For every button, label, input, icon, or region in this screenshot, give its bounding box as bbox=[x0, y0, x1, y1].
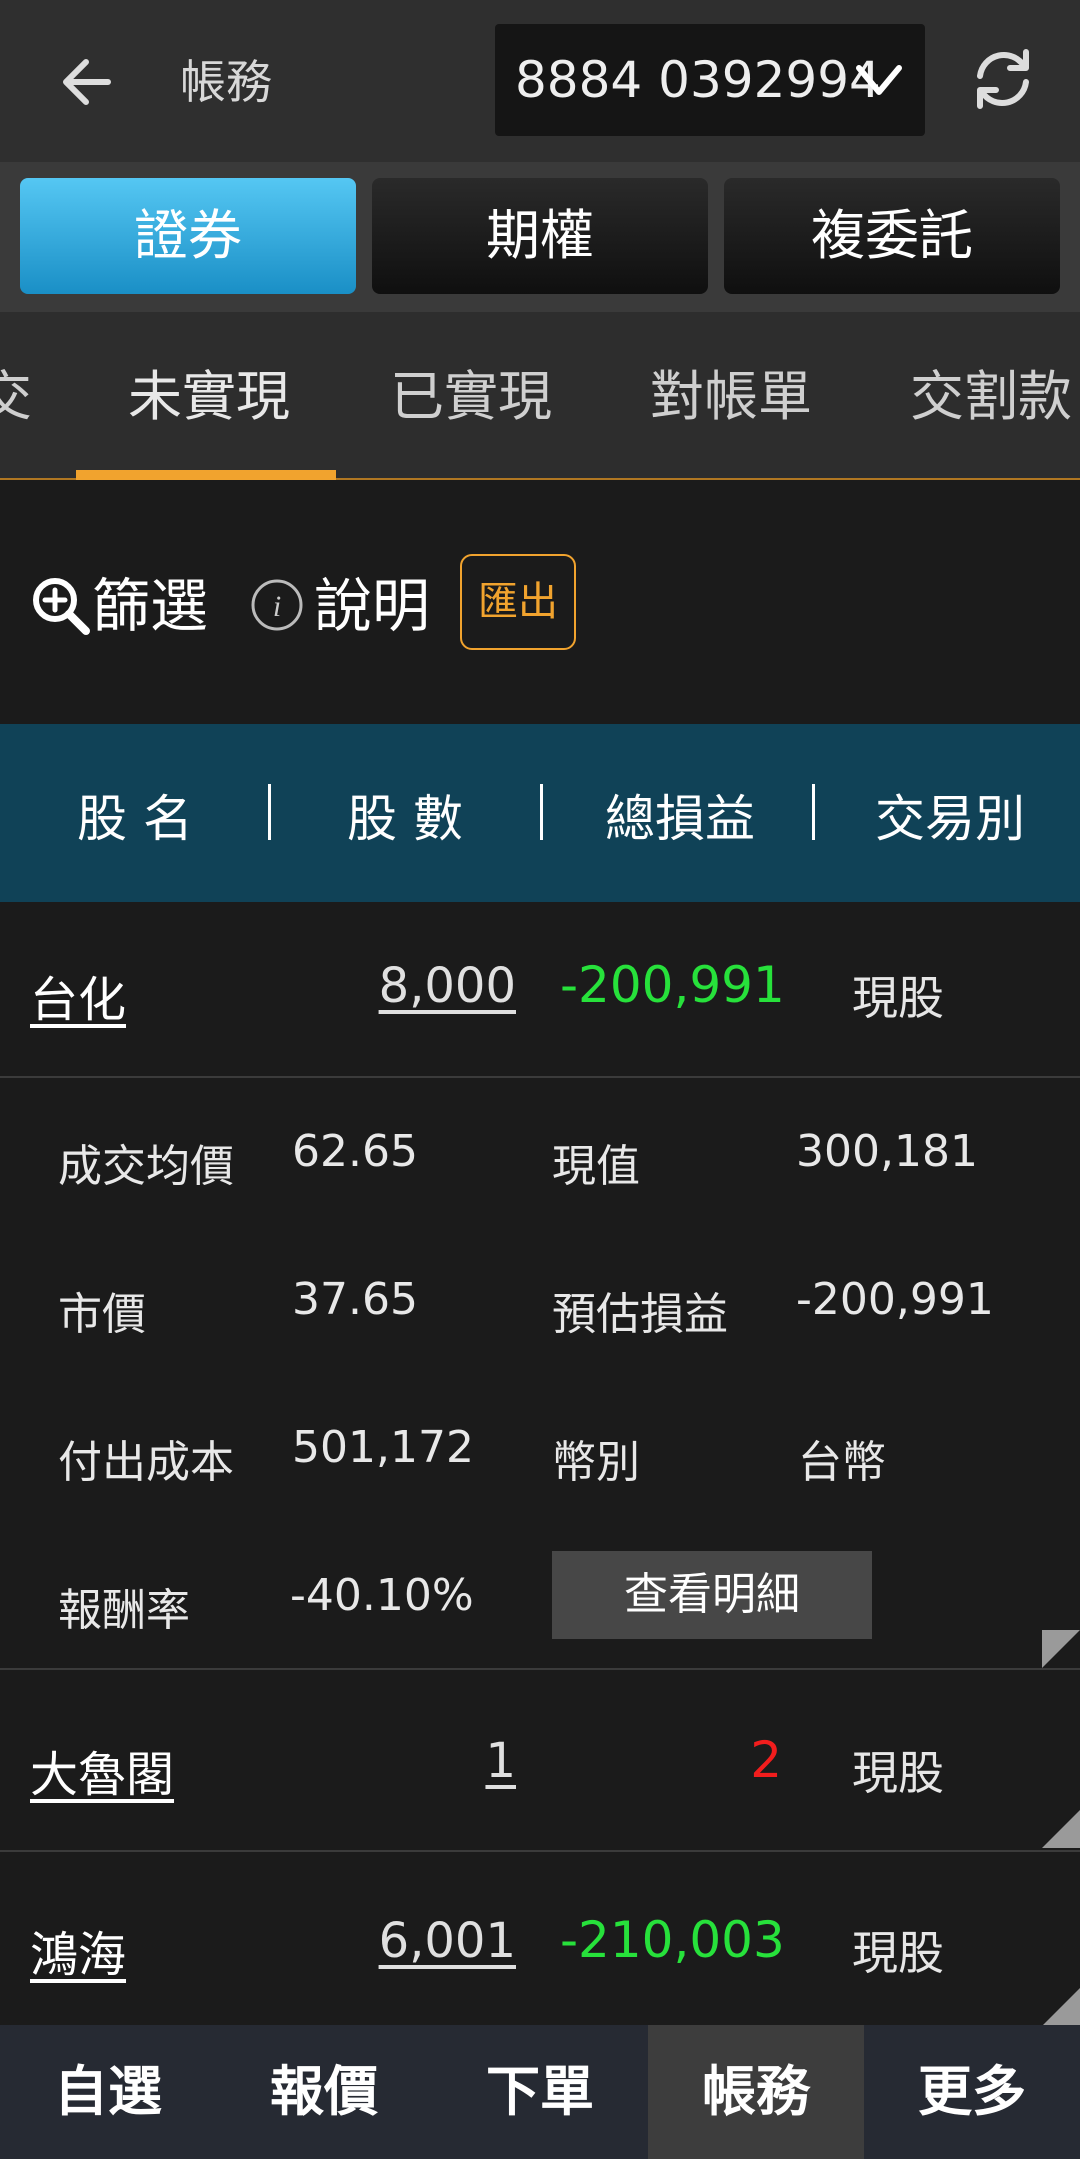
chevron-down-icon bbox=[856, 65, 902, 95]
nav-account[interactable]: 帳務 bbox=[648, 2025, 864, 2159]
row-divider bbox=[0, 1668, 1080, 1670]
expand-corner-icon[interactable] bbox=[1042, 1988, 1080, 2026]
share-count-link[interactable]: 8,000 bbox=[360, 958, 516, 1014]
view-detail-button[interactable]: 查看明細 bbox=[552, 1551, 872, 1639]
total-pl-value: -210,003 bbox=[560, 1911, 785, 1969]
filter-button[interactable]: 篩選 bbox=[92, 570, 208, 642]
column-divider bbox=[540, 784, 543, 840]
column-total-pl: 總損益 bbox=[605, 790, 755, 848]
back-arrow-icon[interactable] bbox=[58, 52, 118, 112]
tab-unrealized[interactable]: 未實現 bbox=[128, 312, 290, 478]
trade-type-value: 現股 bbox=[852, 971, 944, 1025]
collapse-corner-icon[interactable] bbox=[1042, 1630, 1080, 1668]
svg-text:i: i bbox=[273, 590, 281, 623]
column-shares: 股 數 bbox=[347, 790, 463, 848]
trade-type-value: 現股 bbox=[852, 1746, 944, 1800]
cost-value: 501,172 bbox=[292, 1422, 474, 1473]
segment-options[interactable]: 期權 bbox=[372, 178, 708, 294]
nav-order[interactable]: 下單 bbox=[432, 2025, 648, 2159]
column-divider bbox=[268, 784, 271, 840]
column-divider bbox=[812, 784, 815, 840]
total-pl-value: -200,991 bbox=[560, 956, 785, 1014]
price-label: 市價 bbox=[58, 1289, 146, 1340]
info-button[interactable]: 說明 bbox=[314, 570, 430, 642]
expand-corner-icon[interactable] bbox=[1042, 1810, 1080, 1848]
price-value: 37.65 bbox=[292, 1274, 418, 1325]
account-selector[interactable]: 8884 0392994 bbox=[495, 24, 925, 136]
stock-name-link[interactable]: 台化 bbox=[30, 960, 126, 1030]
roi-value: -40.10% bbox=[290, 1570, 474, 1621]
row-divider bbox=[0, 1850, 1080, 1852]
market-value-value: 300,181 bbox=[796, 1126, 978, 1177]
currency-value: 台幣 bbox=[798, 1437, 886, 1488]
nav-more[interactable]: 更多 bbox=[864, 2025, 1080, 2159]
cost-label: 付出成本 bbox=[58, 1437, 234, 1488]
share-count-link[interactable]: 1 bbox=[420, 1733, 516, 1789]
zoom-in-icon[interactable] bbox=[30, 575, 92, 637]
page-title: 帳務 bbox=[180, 55, 272, 109]
column-trade-type: 交易別 bbox=[875, 790, 1025, 848]
export-button[interactable]: 匯出 bbox=[460, 554, 576, 650]
active-tab-indicator bbox=[76, 470, 336, 480]
stock-name-link[interactable]: 鴻海 bbox=[30, 1915, 126, 1985]
total-pl-value: 2 bbox=[750, 1731, 782, 1789]
tab-realized[interactable]: 已實現 bbox=[390, 312, 552, 478]
column-stock-name: 股 名 bbox=[77, 790, 193, 848]
refresh-icon[interactable] bbox=[968, 44, 1038, 114]
tab-settlement[interactable]: 交割款 bbox=[910, 312, 1072, 478]
nav-quotes[interactable]: 報價 bbox=[216, 2025, 432, 2159]
share-count-link[interactable]: 6,001 bbox=[360, 1913, 516, 1969]
segment-sub-brokerage[interactable]: 複委託 bbox=[724, 178, 1060, 294]
avg-price-value: 62.65 bbox=[292, 1126, 418, 1177]
nav-watchlist[interactable]: 自選 bbox=[0, 2025, 216, 2159]
sub-tab-bar: 交 未實現 已實現 對帳單 交割款 bbox=[0, 312, 1080, 480]
roi-label: 報酬率 bbox=[58, 1585, 190, 1636]
market-value-label: 現值 bbox=[552, 1141, 640, 1192]
est-pl-label: 預估損益 bbox=[552, 1289, 728, 1340]
stock-name-link[interactable]: 大魯閣 bbox=[30, 1735, 174, 1805]
account-number: 8884 0392994 bbox=[515, 51, 881, 109]
row-divider bbox=[0, 1076, 1080, 1078]
tab-statement[interactable]: 對帳單 bbox=[650, 312, 812, 478]
segment-securities[interactable]: 證券 bbox=[20, 178, 356, 294]
currency-label: 幣別 bbox=[552, 1437, 640, 1488]
trade-type-value: 現股 bbox=[852, 1926, 944, 1980]
est-pl-value: -200,991 bbox=[796, 1274, 994, 1325]
avg-price-label: 成交均價 bbox=[58, 1141, 234, 1192]
info-icon[interactable]: i bbox=[250, 578, 304, 632]
tab-trade-partial[interactable]: 交 bbox=[0, 312, 32, 478]
